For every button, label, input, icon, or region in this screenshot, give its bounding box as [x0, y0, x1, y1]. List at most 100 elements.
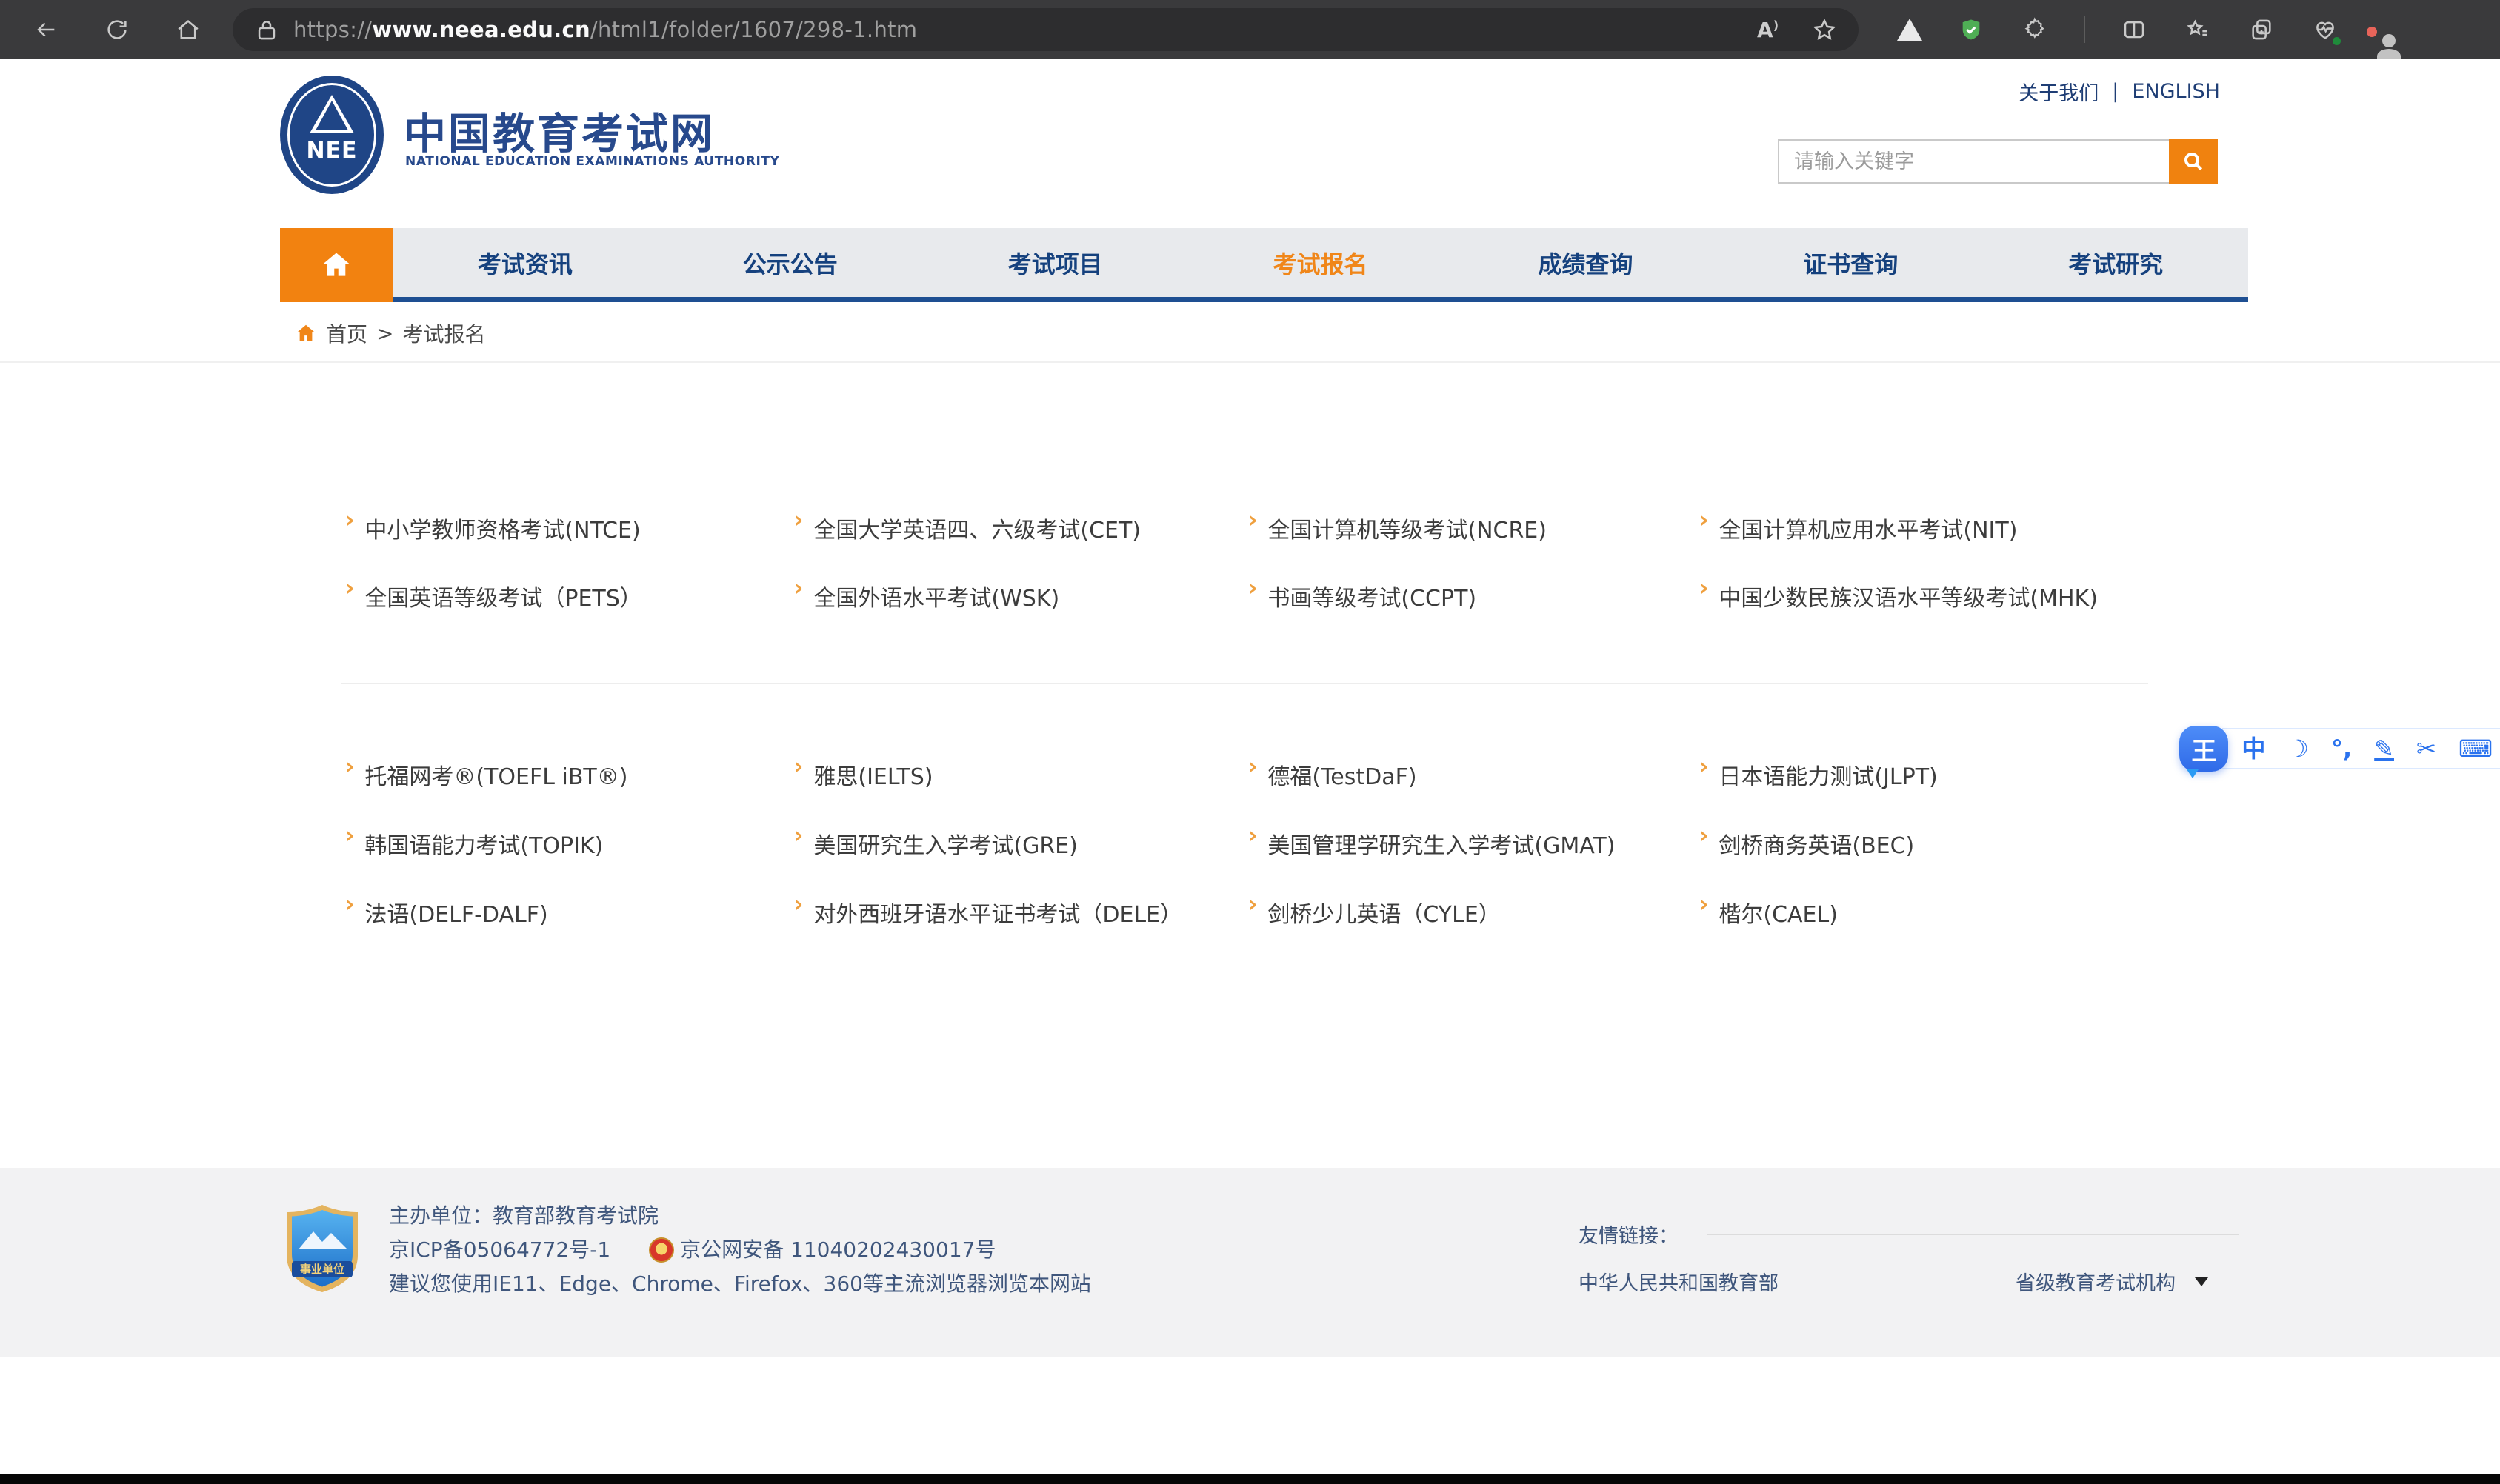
chinese-mode-icon[interactable]: 中 — [2241, 737, 2265, 761]
handwriting-pen-icon[interactable]: ✎ — [2374, 737, 2394, 761]
keyboard-icon[interactable]: ⌨ — [2459, 737, 2493, 761]
split-screen-icon[interactable] — [2119, 15, 2149, 44]
screenshot-scissors-icon[interactable]: ✂ — [2416, 737, 2436, 761]
nav-item-exam-research[interactable]: 考试研究 — [1983, 228, 2248, 297]
refresh-icon[interactable] — [102, 15, 132, 44]
footer-icp[interactable]: 京ICP备05064772号-1 — [389, 1233, 610, 1267]
breadcrumb: 首页 > 考试报名 — [295, 318, 486, 348]
url-domain: www.neea.edu.cn — [372, 17, 590, 42]
friend-links-divider — [1707, 1234, 2239, 1235]
exam-link-testdaf[interactable]: ›德福(TestDaF) — [1248, 740, 1699, 809]
exam-link-topik[interactable]: ›韩国语能力考试(TOPIK) — [345, 809, 794, 878]
emblem-triangle-inner — [316, 101, 348, 130]
toolbar-divider — [2084, 16, 2085, 43]
nav-item-cert-query[interactable]: 证书查询 — [1718, 228, 1983, 297]
nav-item-exam-registration[interactable]: 考试报名 — [1188, 228, 1453, 297]
browser-nav-icons — [31, 15, 203, 44]
chevron-bullet-icon: › — [1699, 825, 1708, 847]
exam-link-jlpt[interactable]: ›日本语能力测试(JLPT) — [1699, 740, 2248, 809]
chevron-bullet-icon: › — [1248, 756, 1257, 778]
exam-link-cet[interactable]: ›全国大学英语四、六级考试(CET) — [794, 494, 1248, 562]
exam-link-toefl[interactable]: ›托福网考®(TOEFL iBT®) — [345, 740, 794, 809]
url-path: /html1/folder/1607/298-1.htm — [590, 17, 917, 42]
exam-link-pets[interactable]: ›全国英语等级考试（PETS） — [345, 562, 794, 630]
lock-icon[interactable] — [252, 15, 281, 44]
main-nav: 考试资讯 公示公告 考试项目 考试报名 成绩查询 证书查询 考试研究 — [280, 228, 2248, 302]
chevron-bullet-icon: › — [794, 756, 803, 778]
extension-triangle-icon[interactable] — [1897, 19, 1922, 41]
ime-logo-char: 王 — [2191, 731, 2216, 767]
nav-home-button[interactable] — [280, 228, 393, 302]
chevron-bullet-icon: › — [1699, 894, 1708, 916]
exam-link-delf-dalf[interactable]: ›法语(DELF-DALF) — [345, 878, 794, 946]
english-link[interactable]: ENGLISH — [2132, 80, 2220, 103]
search-icon — [2181, 150, 2205, 173]
nav-item-exam-projects[interactable]: 考试项目 — [923, 228, 1188, 297]
nav-item-score-query[interactable]: 成绩查询 — [1453, 228, 1718, 297]
home-icon — [320, 249, 353, 281]
exam-link-ccpt[interactable]: ›书画等级考试(CCPT) — [1248, 562, 1699, 630]
exam-link-dele[interactable]: ›对外西班牙语水平证书考试（DELE） — [794, 878, 1248, 946]
adblock-shield-icon[interactable] — [1956, 15, 1986, 44]
police-badge-icon — [649, 1237, 674, 1263]
exam-link-mhk[interactable]: ›中国少数民族汉语水平等级考试(MHK) — [1699, 562, 2248, 630]
exam-link-ncre[interactable]: ›全国计算机等级考试(NCRE) — [1248, 494, 1699, 562]
browser-extension-icons — [1897, 15, 2374, 44]
exam-link-ntce[interactable]: ›中小学教师资格考试(NTCE) — [345, 494, 794, 562]
friend-links-label: 友情链接： — [1579, 1220, 1679, 1249]
nav-items: 考试资讯 公示公告 考试项目 考试报名 成绩查询 证书查询 考试研究 — [393, 228, 2248, 297]
ime-pill: 中 ☽ °, ✎ ✂ ⌨ — [2222, 728, 2500, 769]
browser-toolbar: https://www.neea.edu.cn/html1/folder/160… — [0, 0, 2500, 59]
exam-link-gmat[interactable]: ›美国管理学研究生入学考试(GMAT) — [1248, 809, 1699, 878]
breadcrumb-home-link[interactable]: 首页 — [326, 318, 367, 348]
exam-link-gre[interactable]: ›美国研究生入学考试(GRE) — [794, 809, 1248, 878]
exam-registration-content: ›中小学教师资格考试(NTCE) ›全国大学英语四、六级考试(CET) ›全国计… — [280, 363, 2248, 946]
url-text: https://www.neea.edu.cn/html1/folder/160… — [293, 17, 917, 42]
chevron-bullet-icon: › — [345, 825, 354, 847]
bottom-strip — [0, 1474, 2500, 1484]
exam-link-nit[interactable]: ›全国计算机应用水平考试(NIT) — [1699, 494, 2248, 562]
browser-essentials-icon[interactable] — [2310, 15, 2340, 44]
favorite-star-icon[interactable] — [1810, 15, 1839, 44]
exam-link-ielts[interactable]: ›雅思(IELTS) — [794, 740, 1248, 809]
copy-tabs-icon[interactable] — [2247, 15, 2276, 44]
footer-police[interactable]: 京公网安备 11040202430017号 — [680, 1233, 996, 1267]
neea-logo-emblem[interactable]: NEE — [280, 76, 384, 194]
exam-link-bec[interactable]: ›剑桥商务英语(BEC) — [1699, 809, 2248, 878]
chevron-bullet-icon: › — [794, 894, 803, 916]
chevron-bullet-icon: › — [1699, 756, 1708, 778]
breadcrumb-separator: > — [376, 321, 393, 346]
link-provincial-authorities[interactable]: 省级教育考试机构 — [2016, 1267, 2176, 1296]
footer-info: 主办单位：教育部教育考试院 京ICP备05064772号-1 京公网安备 110… — [389, 1199, 1091, 1301]
link-moe[interactable]: 中华人民共和国教育部 — [1579, 1267, 1779, 1296]
exam-link-cyle[interactable]: ›剑桥少儿英语（CYLE） — [1248, 878, 1699, 946]
chevron-bullet-icon: › — [345, 578, 354, 600]
search-button[interactable] — [2169, 139, 2218, 184]
punctuation-icon[interactable]: °, — [2331, 737, 2352, 761]
chevron-bullet-icon: › — [794, 509, 803, 532]
footer-organizer: 主办单位：教育部教育考试院 — [389, 1199, 1091, 1233]
exam-link-wsk[interactable]: ›全国外语水平考试(WSK) — [794, 562, 1248, 630]
extensions-gear-icon[interactable] — [2020, 15, 2050, 44]
breadcrumb-home-icon — [295, 322, 317, 344]
search-input[interactable] — [1778, 139, 2169, 184]
chevron-bullet-icon: › — [345, 756, 354, 778]
site-title[interactable]: 中国教育考试网 — [404, 100, 715, 161]
about-us-link[interactable]: 关于我们 — [2019, 77, 2099, 106]
collections-icon[interactable] — [2183, 15, 2213, 44]
footer-registration-line: 京ICP备05064772号-1 京公网安备 11040202430017号 — [389, 1233, 1091, 1267]
dropdown-caret-icon[interactable] — [2195, 1277, 2208, 1286]
home-icon[interactable] — [173, 15, 203, 44]
half-full-width-moon-icon[interactable]: ☽ — [2287, 737, 2309, 761]
nav-item-exam-news[interactable]: 考试资讯 — [393, 228, 658, 297]
back-icon[interactable] — [31, 15, 61, 44]
ime-logo[interactable]: 王 — [2179, 726, 2228, 772]
institution-badge[interactable]: 事业单位 — [284, 1203, 361, 1297]
ime-toolbar: 王 中 ☽ °, ✎ ✂ ⌨ — [2179, 726, 2500, 772]
url-scheme: https:// — [293, 17, 372, 42]
address-bar[interactable]: https://www.neea.edu.cn/html1/folder/160… — [233, 8, 1859, 51]
exam-link-cael[interactable]: ›楷尔(CAEL) — [1699, 878, 2248, 946]
nav-item-announcements[interactable]: 公示公告 — [658, 228, 923, 297]
read-aloud-icon[interactable]: A) — [1757, 18, 1779, 42]
breadcrumb-row: 首页 > 考试报名 — [0, 308, 2500, 363]
